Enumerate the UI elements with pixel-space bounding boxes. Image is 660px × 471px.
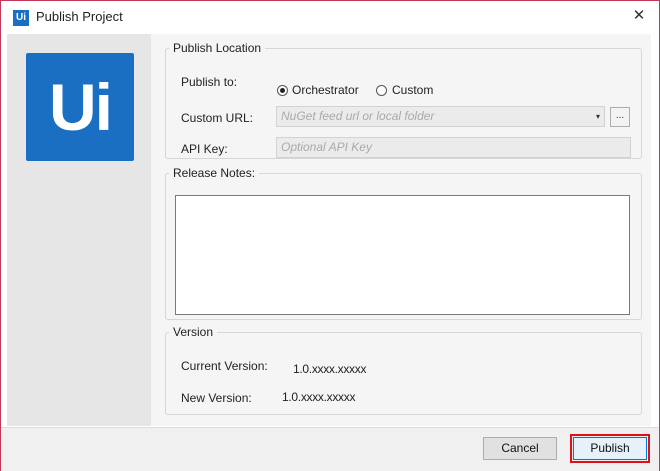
publish-button[interactable]: Publish — [573, 437, 647, 460]
custom-url-label: Custom URL: — [181, 111, 254, 125]
custom-radio-label[interactable]: Custom — [392, 83, 433, 97]
new-version-label: New Version: — [181, 391, 252, 405]
version-group: Version Current Version: 1.0.xxxx.xxxxx … — [165, 325, 642, 415]
publish-location-group: Publish Location Publish to: Orchestrato… — [165, 41, 642, 159]
chevron-down-icon: ▾ — [595, 112, 600, 121]
api-key-placeholder: Optional API Key — [281, 140, 372, 154]
uipath-app-icon: Ui — [13, 10, 29, 26]
version-legend: Version — [173, 325, 214, 339]
orchestrator-radio[interactable] — [277, 85, 288, 96]
publish-to-label: Publish to: — [181, 75, 238, 89]
orchestrator-radio-label[interactable]: Orchestrator — [292, 83, 359, 97]
dialog-footer: Cancel Publish — [1, 427, 659, 471]
cancel-button[interactable]: Cancel — [483, 437, 557, 460]
custom-url-placeholder: NuGet feed url or local folder — [281, 109, 435, 123]
release-notes-group: Release Notes: — [165, 166, 642, 320]
publish-location-legend: Publish Location — [173, 41, 262, 55]
api-key-input[interactable]: Optional API Key — [276, 137, 631, 158]
publish-project-dialog: Ui Publish Project ✕ Ui Publish Location… — [0, 0, 660, 471]
custom-radio[interactable] — [376, 85, 387, 96]
api-key-label: API Key: — [181, 142, 228, 156]
custom-url-dropdown[interactable]: NuGet feed url or local folder ▾ — [276, 106, 605, 127]
release-notes-textarea[interactable] — [175, 195, 630, 315]
browse-button[interactable]: ... — [610, 107, 630, 127]
new-version-value: 1.0.xxxx.xxxxx — [282, 390, 356, 404]
title-bar: Ui Publish Project ✕ — [1, 1, 659, 33]
close-icon[interactable]: ✕ — [629, 6, 649, 26]
release-notes-legend: Release Notes: — [173, 166, 256, 180]
dialog-title: Publish Project — [36, 9, 123, 24]
content-panel: Publish Location Publish to: Orchestrato… — [151, 34, 651, 426]
uipath-logo: Ui — [26, 53, 134, 161]
sidebar: Ui — [7, 34, 151, 426]
current-version-value: 1.0.xxxx.xxxxx — [293, 362, 367, 376]
current-version-label: Current Version: — [181, 359, 268, 373]
